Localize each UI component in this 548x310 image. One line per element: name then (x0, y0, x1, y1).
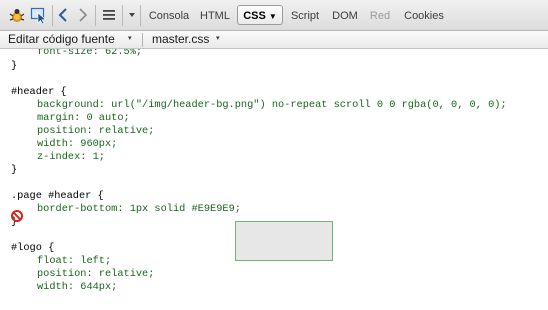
disabled-property-icon[interactable] (11, 209, 23, 222)
css-declaration[interactable]: width: 644px; (0, 281, 117, 294)
edit-source-button[interactable]: Editar código fuente (8, 31, 115, 48)
stylesheet-file-select[interactable]: master.css (152, 31, 209, 48)
css-declaration[interactable]: position: relative; (0, 125, 154, 138)
css-subtoolbar: Editar código fuente ▾ master.css ▾ (0, 31, 548, 49)
panel-menu-icon[interactable] (99, 4, 119, 26)
chevron-down-icon[interactable]: ▾ (128, 31, 132, 48)
css-rule-close: } (11, 60, 18, 72)
tab-script[interactable]: Script (287, 6, 323, 26)
toolbar-separator (140, 5, 141, 26)
inspect-icon[interactable] (29, 4, 49, 26)
css-selector[interactable]: .page #header { (11, 190, 104, 203)
tab-cookies[interactable]: Cookies (401, 6, 447, 26)
css-declaration-disabled[interactable]: border-bottom: 1px solid #E9E9E9; (0, 203, 241, 216)
css-selector[interactable]: #logo { (11, 242, 54, 255)
css-declaration[interactable]: width: 960px; (0, 138, 117, 151)
chevron-down-icon[interactable]: ▾ (216, 31, 220, 48)
css-declaration[interactable]: margin: 0 auto; (0, 112, 130, 125)
css-declaration[interactable]: float: left; (0, 255, 111, 268)
forward-icon[interactable] (76, 4, 90, 26)
css-source-view[interactable]: font-size: 62.5%; } #header { background… (0, 49, 548, 310)
tab-css-label: CSS (243, 10, 266, 22)
css-selector[interactable]: #header { (11, 86, 67, 99)
css-declaration[interactable]: z-index: 1; (0, 151, 105, 164)
css-declaration[interactable]: position: relative; (0, 268, 154, 281)
css-rule-close: } (11, 164, 18, 176)
chevron-down-icon: ▼ (268, 12, 277, 21)
css-declaration[interactable]: font-size: 62.5%; (0, 49, 142, 59)
subbar-separator (142, 33, 143, 47)
toolbar-separator (52, 5, 53, 26)
tab-dom[interactable]: DOM (330, 6, 360, 26)
tab-red[interactable]: Red (368, 6, 392, 26)
toolbar-separator (95, 5, 96, 26)
back-icon[interactable] (56, 4, 70, 26)
tab-consola[interactable]: Consola (144, 6, 194, 26)
tab-html[interactable]: HTML (198, 6, 232, 26)
toolbar-separator (122, 5, 123, 26)
firebug-bug-icon[interactable] (6, 4, 28, 26)
css-declaration[interactable]: background: url("/img/header-bg.png") no… (0, 99, 507, 112)
firebug-toolbar: Consola HTML CSS ▼ Script DOM Red Cookie… (0, 0, 548, 31)
tab-css[interactable]: CSS ▼ (237, 5, 283, 25)
color-preview-tooltip (235, 221, 333, 261)
dropdown-icon[interactable] (126, 4, 138, 26)
